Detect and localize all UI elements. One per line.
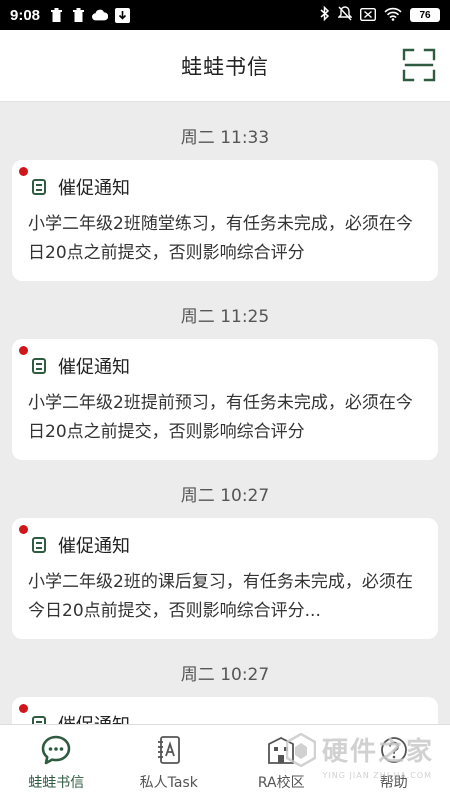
tab-label: RA校区: [257, 774, 305, 791]
notebook-icon: [157, 735, 180, 764]
watermark-subtext: YING JIAN ZHI JIA.COM: [322, 771, 432, 780]
no-sim-icon: [359, 6, 377, 25]
message-title: 催促通知: [58, 357, 130, 378]
tab-private-task[interactable]: 私人Task: [113, 725, 226, 800]
scan-icon: [402, 48, 436, 82]
message-card[interactable]: 催促通知 小学二年级2班随堂练习，有任务未完成，必须在今日20点之前提交，否则影…: [12, 160, 438, 281]
message-title: 催促通知: [58, 178, 130, 199]
unread-dot: [19, 346, 28, 355]
status-bar: 9:08 76: [0, 0, 450, 30]
trash-icon: [48, 7, 64, 23]
message-card[interactable]: 催促通知 小学二年级2班提前预习，有任务未完成，必须在今日20点之前提交，否则影…: [12, 339, 438, 460]
document-icon: [32, 537, 46, 553]
chat-bubble-icon: [41, 735, 71, 764]
message-title: 催促通知: [58, 711, 130, 724]
time-label: 周二 10:27: [180, 665, 270, 685]
download-icon: [114, 7, 130, 23]
message-feed[interactable]: 周二 11:33 催促通知 小学二年级2班随堂练习，有任务未完成，必须在今日20…: [0, 102, 450, 724]
battery-indicator: 76: [410, 8, 440, 22]
document-icon: [32, 179, 46, 195]
unread-dot: [19, 167, 28, 176]
wifi-icon: [384, 6, 402, 25]
document-icon: [32, 358, 46, 374]
app-header: 蛙蛙书信: [0, 30, 450, 102]
trash-icon: [70, 7, 86, 23]
watermark: 硬件之家 YING JIAN ZHI JIA.COM: [285, 731, 434, 780]
message-body: 小学二年级2班的课后复习，有任务未完成，必须在今日20点前提交，否则影响综合评分…: [28, 572, 413, 621]
message-card[interactable]: 催促通知 小学二年级2班的课后复习，有任务未完成，必须在今日20点前提交，否则影…: [12, 518, 438, 639]
scan-button[interactable]: [402, 48, 436, 82]
document-icon: [32, 716, 46, 724]
time-label: 周二 11:33: [180, 128, 270, 148]
message-body: 小学二年级2班随堂练习，有任务未完成，必须在今日20点之前提交，否则影响综合评分: [28, 214, 413, 263]
tab-letters[interactable]: 蛙蛙书信: [0, 725, 113, 800]
tab-label: 蛙蛙书信: [28, 774, 85, 791]
status-time: 9:08: [10, 6, 41, 24]
tab-label: 私人Task: [139, 774, 198, 791]
time-label: 周二 11:25: [180, 307, 270, 327]
message-title: 催促通知: [58, 536, 130, 557]
watermark-logo-icon: [285, 732, 316, 767]
message-body: 小学二年级2班提前预习，有任务未完成，必须在今日20点之前提交，否则影响综合评分: [28, 393, 413, 442]
message-card[interactable]: 催促通知: [12, 697, 438, 724]
bluetooth-icon: [320, 5, 330, 25]
watermark-text: 硬件之家: [321, 737, 434, 767]
unread-dot: [19, 525, 28, 534]
vibrate-icon: [337, 5, 353, 25]
cloud-icon: [92, 7, 109, 23]
page-title: 蛙蛙书信: [181, 54, 269, 79]
unread-dot: [19, 704, 28, 713]
time-label: 周二 10:27: [180, 486, 270, 506]
